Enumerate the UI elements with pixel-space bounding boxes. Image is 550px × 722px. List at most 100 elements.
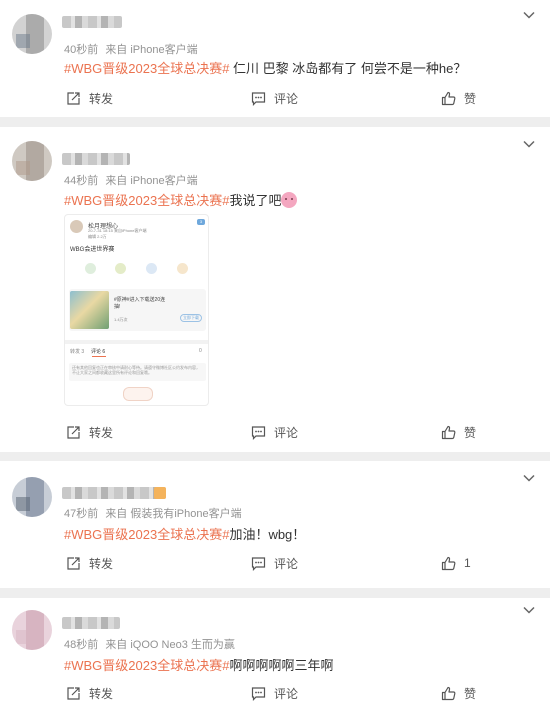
post-body: 仁川 巴黎 冰岛都有了 何尝不是一种he？: [229, 61, 467, 76]
image-tab-underline: [92, 356, 106, 357]
avatar[interactable]: [12, 14, 52, 54]
image-divider: [65, 340, 208, 344]
image-tab-like: 0: [199, 348, 202, 354]
like-button[interactable]: 赞: [441, 87, 476, 109]
like-button[interactable]: 赞: [441, 421, 476, 443]
like-count: 赞: [464, 425, 477, 440]
action-bar: 转发 评论 赞: [0, 421, 550, 443]
image-post-title: WBG会进世界赛: [70, 247, 115, 253]
like-count: 赞: [464, 686, 477, 701]
chevron-down-icon[interactable]: [522, 8, 536, 22]
post-source: 来自 iQOO Neo3 生而为赢: [105, 639, 235, 651]
like-button[interactable]: 赞: [441, 682, 476, 704]
post-card: 44秒前 来自 iPhone客户端 #WBG晋级2023全球总决赛#我说了吧 松…: [0, 127, 550, 452]
image-icon-moments: [115, 263, 126, 274]
image-icon-qq: [146, 263, 157, 274]
post-meta: 47秒前 来自 假装我有iPhone客户端: [64, 505, 246, 521]
avatar[interactable]: [12, 610, 52, 650]
hashtag-link[interactable]: #WBG晋级2023全球总决赛#: [64, 527, 229, 542]
image-avatar: [70, 220, 83, 233]
image-empty-illustration: [123, 387, 153, 401]
post-text: #WBG晋级2023全球总决赛#加油！wbg！: [64, 524, 305, 543]
comment-label: 评论: [274, 425, 299, 440]
comment-icon: [251, 91, 266, 106]
post-image[interactable]: 松月理想心 20-7-31 18:15 来自iPhone客户端 编辑 2.2万 …: [64, 214, 209, 406]
post-time[interactable]: 40秒前: [64, 44, 98, 56]
post-text: #WBG晋级2023全球总决赛#啊啊啊啊啊三年啊: [64, 655, 333, 674]
chevron-down-icon[interactable]: [522, 137, 536, 151]
comment-label: 评论: [274, 686, 299, 701]
thumbs-up-icon: [441, 91, 456, 105]
comment-icon: [251, 425, 266, 440]
thumbs-up-icon: [441, 686, 456, 700]
post-meta: 48秒前 来自 iQOO Neo3 生而为赢: [64, 636, 239, 652]
post-time[interactable]: 47秒前: [64, 508, 98, 520]
repost-button[interactable]: 转发: [66, 87, 113, 109]
username-blurred[interactable]: [62, 617, 120, 629]
post-body: 我说了吧: [229, 193, 282, 208]
action-bar: 转发 评论 赞: [0, 682, 550, 704]
post-meta: 40秒前 来自 iPhone客户端: [64, 41, 202, 57]
image-sub-line: 编辑 2.2万: [88, 234, 107, 239]
chevron-down-icon[interactable]: [522, 603, 536, 617]
post-card: 47秒前 来自 假装我有iPhone客户端 #WBG晋级2023全球总决赛#加油…: [0, 461, 550, 588]
hashtag-link[interactable]: #WBG晋级2023全球总决赛#: [64, 193, 229, 208]
username-blurred[interactable]: [62, 153, 130, 165]
avatar[interactable]: [12, 477, 52, 517]
repost-button[interactable]: 转发: [66, 421, 113, 443]
comment-button[interactable]: 评论: [251, 682, 298, 704]
like-button[interactable]: 1: [441, 552, 471, 574]
action-bar: 转发 评论 1: [0, 552, 550, 574]
repost-button[interactable]: 转发: [66, 682, 113, 704]
username-blurred[interactable]: [62, 16, 122, 28]
comment-icon: [251, 556, 266, 571]
comment-button[interactable]: 评论: [251, 552, 298, 574]
image-icon-save: [177, 263, 188, 274]
vip-badge-blurred: [154, 487, 166, 499]
comment-icon: [251, 686, 266, 701]
pig-face-emoji-icon: [281, 192, 298, 208]
post-text: #WBG晋级2023全球总决赛#我说了吧: [64, 190, 298, 209]
repost-label: 转发: [89, 556, 114, 571]
post-card: 48秒前 来自 iQOO Neo3 生而为赢 #WBG晋级2023全球总决赛#啊…: [0, 598, 550, 722]
post-time[interactable]: 44秒前: [64, 175, 98, 187]
post-card: 40秒前 来自 iPhone客户端 #WBG晋级2023全球总决赛# 仁川 巴黎…: [0, 0, 550, 117]
username-blurred[interactable]: [62, 487, 166, 499]
comment-label: 评论: [274, 91, 299, 106]
hashtag-link[interactable]: #WBG晋级2023全球总决赛#: [64, 658, 229, 673]
repost-icon: [67, 556, 80, 570]
image-ad-meta: 1.4万次: [114, 317, 128, 322]
image-ad-sub: 抽!: [114, 304, 121, 310]
chevron-down-icon[interactable]: [522, 471, 536, 485]
post-text: #WBG晋级2023全球总决赛# 仁川 巴黎 冰岛都有了 何尝不是一种he？: [64, 58, 466, 77]
post-source: 来自 iPhone客户端: [105, 175, 198, 187]
action-bar: 转发 评论 赞: [0, 87, 550, 109]
repost-icon: [67, 686, 80, 700]
like-count: 1: [464, 556, 471, 570]
repost-button[interactable]: 转发: [66, 552, 113, 574]
thumbs-up-icon: [441, 556, 456, 570]
post-body: 啊啊啊啊啊三年啊: [229, 658, 334, 673]
avatar[interactable]: [12, 141, 52, 181]
post-time[interactable]: 48秒前: [64, 639, 98, 651]
image-ad-card: #原神#进入下载送20连 抽! 1.4万次 立即下载: [69, 289, 206, 331]
comment-button[interactable]: 评论: [251, 421, 298, 443]
thumbs-up-icon: [441, 425, 456, 439]
hashtag-link[interactable]: #WBG晋级2023全球总决赛#: [64, 61, 229, 76]
image-ad-title: #原神#进入下载送20连: [114, 297, 166, 303]
repost-label: 转发: [89, 91, 114, 106]
image-tab-comment: 评论 6: [91, 349, 106, 355]
image-ad-thumbnail: [70, 291, 109, 329]
comment-button[interactable]: 评论: [251, 87, 298, 109]
image-icon-wechat: [85, 263, 96, 274]
post-body: 加油！wbg！: [229, 527, 306, 542]
repost-icon: [67, 91, 80, 105]
image-tag: 3: [197, 219, 205, 225]
image-ad-button: 立即下载: [180, 314, 202, 322]
comment-label: 评论: [274, 556, 299, 571]
post-source: 来自 假装我有iPhone客户端: [105, 508, 242, 520]
post-source: 来自 iPhone客户端: [105, 44, 198, 56]
repost-label: 转发: [89, 425, 114, 440]
like-count: 赞: [464, 91, 477, 106]
post-meta: 44秒前 来自 iPhone客户端: [64, 172, 202, 188]
